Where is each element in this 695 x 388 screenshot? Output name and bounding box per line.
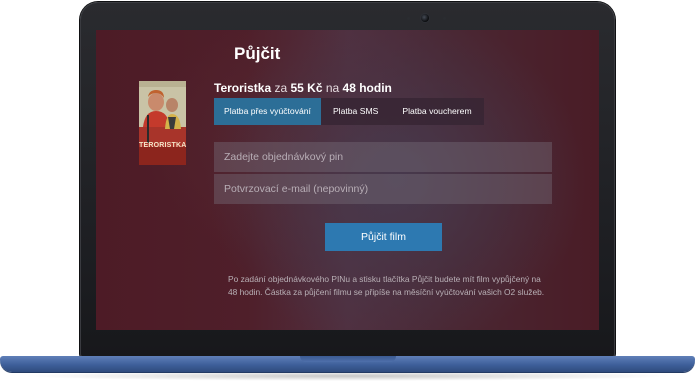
pin-input[interactable] [214,142,552,172]
movie-poster [139,81,186,165]
webcam-icon [421,14,429,22]
laptop-mockup: Půjčit TERORISTKA Teroristka za 55 Kč na… [0,0,695,388]
tab-payment-billing[interactable]: Platba přes vyúčtování [214,98,321,125]
rental-price: 55 Kč [290,81,323,95]
rental-duration: 48 hodin [342,81,392,95]
page-title: Půjčit [234,44,281,63]
email-input[interactable] [214,174,552,204]
payment-tabs: Platba přes vyúčtování Platba SMS Platba… [214,98,484,125]
tab-payment-voucher[interactable]: Platba voucherem [390,98,484,125]
movie-title: Teroristka [214,81,272,95]
poster-artwork [139,81,186,165]
rental-summary: Teroristka za 55 Kč na 48 hodin [214,81,392,95]
price-prefix: za [271,81,291,95]
duration-prefix: na [322,81,343,95]
rental-form [214,142,552,206]
sensor-dot [443,17,446,20]
poster-caption: TERORISTKA [139,142,187,149]
tab-payment-sms[interactable]: Platba SMS [320,98,391,125]
screen: Půjčit TERORISTKA Teroristka za 55 Kč na… [96,30,599,330]
laptop-shadow [20,371,675,381]
laptop-hinge-notch [300,356,396,362]
rental-info-text: Po zadání objednávkového PINu a stisku t… [228,274,545,297]
rent-movie-button[interactable]: Půjčit film [325,223,442,251]
sensor-dot [407,17,410,20]
